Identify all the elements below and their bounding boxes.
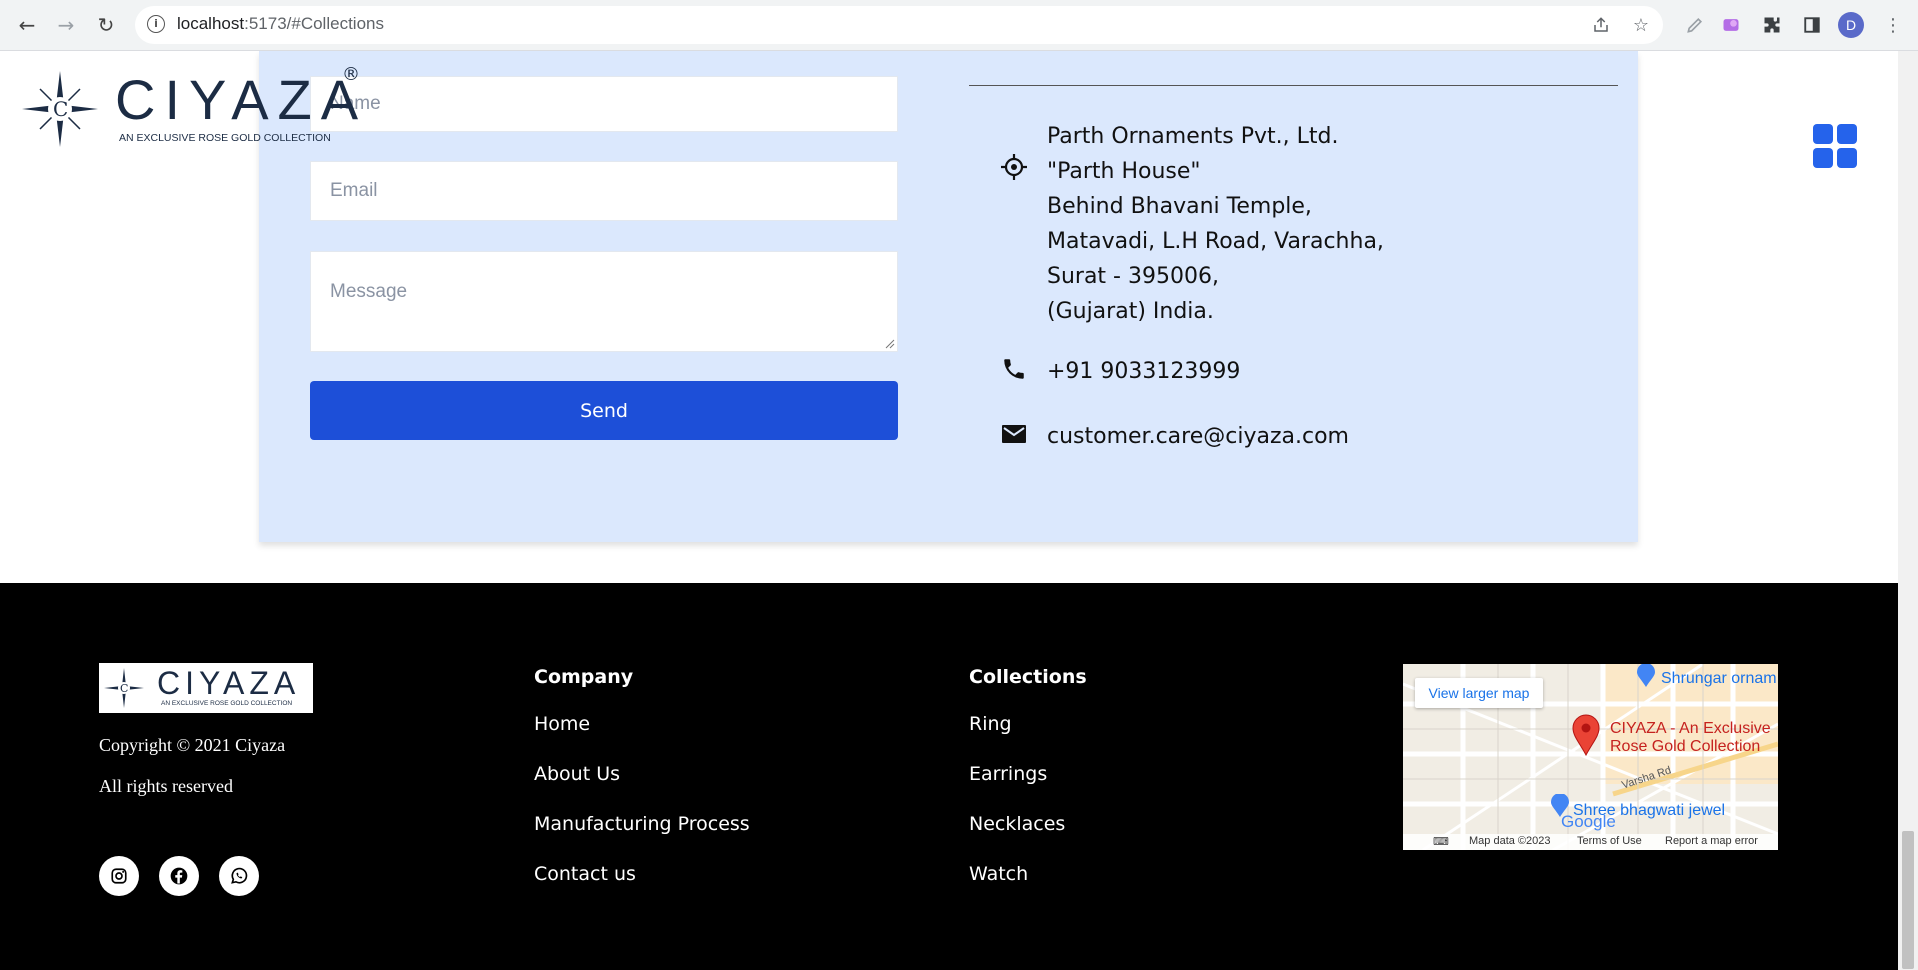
- email-row: customer.care@ciyaza.com: [999, 419, 1349, 454]
- address-line: "Parth House": [1047, 159, 1201, 184]
- address-line: Matavadi, L.H Road, Varachha,: [1047, 229, 1384, 254]
- footer-link-contact[interactable]: Contact us: [534, 863, 636, 885]
- phone-row: +91 9033123999: [999, 354, 1240, 389]
- facebook-icon[interactable]: [159, 856, 199, 896]
- address-line: Behind Bhavani Temple,: [1047, 194, 1312, 219]
- forward-icon[interactable]: →: [53, 12, 79, 38]
- address-line: (Gujarat) India.: [1047, 299, 1214, 324]
- extension-color-icon[interactable]: [1720, 14, 1742, 36]
- footer-link-home[interactable]: Home: [534, 713, 590, 735]
- send-button[interactable]: Send: [310, 381, 898, 440]
- bookmark-star-icon[interactable]: ☆: [1630, 14, 1652, 36]
- phone-text[interactable]: +91 9033123999: [1047, 354, 1240, 389]
- message-field[interactable]: Message: [310, 251, 898, 352]
- map-data-text: Map data ©2023: [1469, 835, 1551, 847]
- registered-mark: ®: [342, 64, 360, 85]
- map-place-line2: Rose Gold Collection: [1610, 738, 1761, 755]
- name-field[interactable]: Name: [310, 76, 898, 132]
- footer-link-earrings[interactable]: Earrings: [969, 763, 1047, 785]
- phone-icon: [999, 354, 1029, 384]
- footer-tagline: AN EXCLUSIVE ROSE GOLD COLLECTION: [161, 700, 293, 707]
- site-footer: C CIYAZA AN EXCLUSIVE ROSE GOLD COLLECTI…: [0, 583, 1898, 970]
- report-link[interactable]: Report a map error: [1665, 835, 1758, 847]
- footer-logo[interactable]: C CIYAZA AN EXCLUSIVE ROSE GOLD COLLECTI…: [99, 663, 313, 713]
- address-bar[interactable]: i localhost:5173/#Collections ☆: [135, 6, 1663, 44]
- footer-link-about[interactable]: About Us: [534, 763, 620, 785]
- map-poi-top: Shrungar ornam: [1661, 670, 1777, 687]
- view-larger-map-button[interactable]: View larger map: [1415, 678, 1543, 708]
- address-line: Parth Ornaments Pvt., Ltd.: [1047, 124, 1339, 149]
- terms-link[interactable]: Terms of Use: [1577, 835, 1642, 847]
- browser-menu-icon[interactable]: ⋮: [1882, 14, 1904, 36]
- footer-link-watch[interactable]: Watch: [969, 863, 1028, 885]
- message-placeholder: Message: [330, 281, 408, 302]
- footer-link-manufacturing[interactable]: Manufacturing Process: [534, 813, 750, 835]
- location-crosshair-icon: [999, 152, 1029, 182]
- url-text: localhost:5173/#Collections: [177, 14, 384, 33]
- profile-avatar[interactable]: D: [1838, 12, 1864, 38]
- share-icon[interactable]: [1590, 14, 1612, 36]
- menu-grid-icon[interactable]: [1813, 124, 1859, 170]
- keyboard-icon[interactable]: ⌨: [1433, 835, 1449, 848]
- footer-wordmark: CIYAZA: [157, 665, 301, 701]
- email-text[interactable]: customer.care@ciyaza.com: [1047, 419, 1349, 454]
- page-viewport: Name Email Message Send Parth Ornaments …: [0, 51, 1898, 970]
- page-scrollbar[interactable]: [1898, 51, 1918, 970]
- map-place-line1: CIYAZA - An Exclusive: [1610, 720, 1771, 737]
- scrollbar-thumb[interactable]: [1902, 831, 1914, 969]
- footer-logo-mark: C: [104, 668, 144, 708]
- mail-icon: [999, 419, 1029, 449]
- svg-text:C: C: [53, 97, 68, 121]
- extensions-puzzle-icon[interactable]: [1761, 14, 1783, 36]
- contact-section: Name Email Message Send Parth Ornaments …: [259, 51, 1638, 542]
- footer-link-ring[interactable]: Ring: [969, 713, 1012, 735]
- site-info-icon[interactable]: i: [147, 15, 165, 33]
- collections-heading: Collections: [969, 666, 1087, 688]
- map-footer: ⌨ Map data ©2023 Terms of Use Report a m…: [1403, 834, 1778, 850]
- instagram-icon[interactable]: [99, 856, 139, 896]
- address-row: Parth Ornaments Pvt., Ltd. "Parth House"…: [999, 119, 1384, 329]
- section-divider: [969, 85, 1618, 86]
- side-panel-icon[interactable]: [1801, 14, 1823, 36]
- copyright-text: Copyright © 2021 Ciyaza: [99, 735, 286, 755]
- header-logo[interactable]: C CIYAZA ® AN EXCLUSIVE ROSE GOLD COLLEC…: [20, 64, 360, 147]
- map-embed[interactable]: View larger map CIYAZA - An Exclusive Ro…: [1403, 664, 1778, 850]
- whatsapp-icon[interactable]: [219, 856, 259, 896]
- footer-link-necklaces[interactable]: Necklaces: [969, 813, 1065, 835]
- address-text: Parth Ornaments Pvt., Ltd. "Parth House"…: [1047, 119, 1384, 329]
- email-field[interactable]: Email: [310, 161, 898, 221]
- brand-wordmark: CIYAZA: [115, 68, 368, 131]
- back-icon[interactable]: ←: [14, 12, 40, 38]
- browser-toolbar: ← → ↻ i localhost:5173/#Collections ☆ D …: [0, 0, 1918, 51]
- extension-pen-icon[interactable]: [1684, 14, 1706, 36]
- svg-text:C: C: [120, 682, 128, 695]
- google-logo: Google: [1561, 812, 1616, 831]
- address-line: Surat - 395006,: [1047, 264, 1219, 289]
- poi-pin-icon[interactable]: [1635, 664, 1657, 688]
- brand-tagline: AN EXCLUSIVE ROSE GOLD COLLECTION: [119, 132, 331, 144]
- rights-text: All rights reserved: [99, 776, 233, 796]
- map-pin-icon[interactable]: [1571, 714, 1601, 756]
- resize-handle-icon[interactable]: [885, 339, 895, 349]
- company-heading: Company: [534, 666, 634, 688]
- reload-icon[interactable]: ↻: [93, 12, 119, 38]
